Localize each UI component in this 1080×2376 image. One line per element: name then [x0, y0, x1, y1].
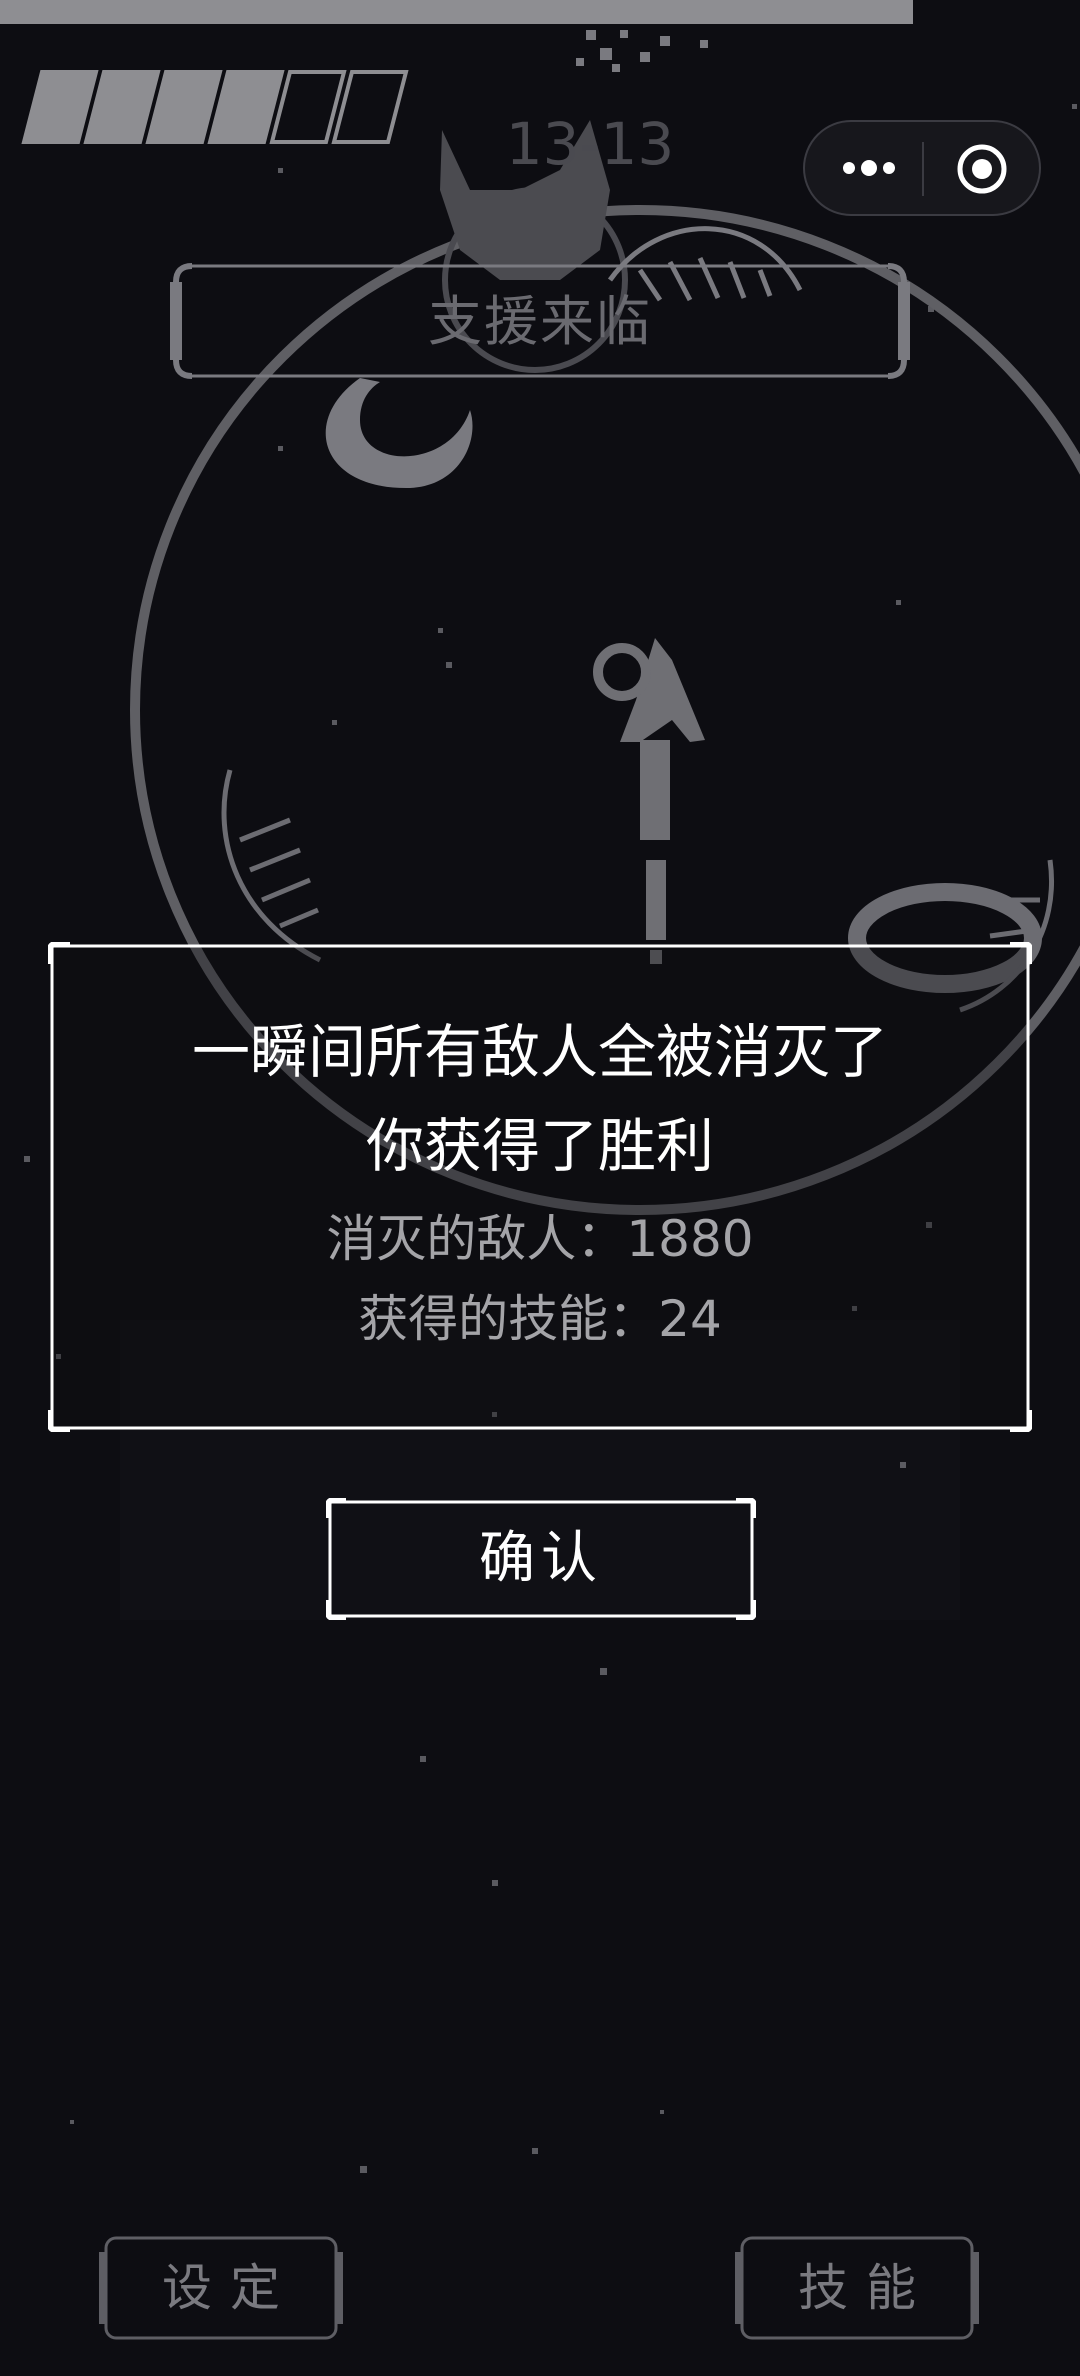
health-segment-filled [207, 70, 285, 144]
enemies-destroyed-stat: 消灭的敌人：1880 [326, 1210, 754, 1268]
confirm-button[interactable]: 确认 [326, 1498, 756, 1620]
mini-program-capsule [803, 120, 1041, 216]
health-segment-filled [83, 70, 161, 144]
game-screen: 13-13 支援来临 一瞬间所有敌人全被消灭了 你获得了胜利 消灭的敌人：188… [0, 0, 1080, 2376]
skills-gained-stat: 获得的技能：24 [358, 1290, 722, 1348]
confirm-button-label: 确认 [479, 1526, 603, 1591]
health-segment-filled [21, 70, 99, 144]
more-dots-icon[interactable] [829, 142, 909, 194]
health-segment-empty [331, 70, 409, 144]
health-segment-empty [269, 70, 347, 144]
capsule-divider [922, 142, 924, 196]
settings-button[interactable]: 设定 [98, 2232, 344, 2344]
settings-button-label: 设定 [162, 2259, 298, 2317]
player-ship [593, 638, 705, 964]
level-label: 13-13 [505, 110, 675, 178]
banner-text: 支援来临 [428, 290, 652, 353]
skills-button[interactable]: 技能 [734, 2232, 980, 2344]
victory-message-line2: 你获得了胜利 [365, 1112, 714, 1180]
target-circle-icon[interactable] [955, 142, 1009, 196]
health-bar [21, 70, 409, 144]
health-segment-filled [145, 70, 223, 144]
star-cluster [576, 30, 708, 72]
result-dialog: 一瞬间所有敌人全被消灭了 你获得了胜利 消灭的敌人：1880 获得的技能：24 [48, 942, 1032, 1432]
victory-message-line1: 一瞬间所有敌人全被消灭了 [191, 1018, 888, 1086]
skills-button-label: 技能 [798, 2259, 934, 2317]
